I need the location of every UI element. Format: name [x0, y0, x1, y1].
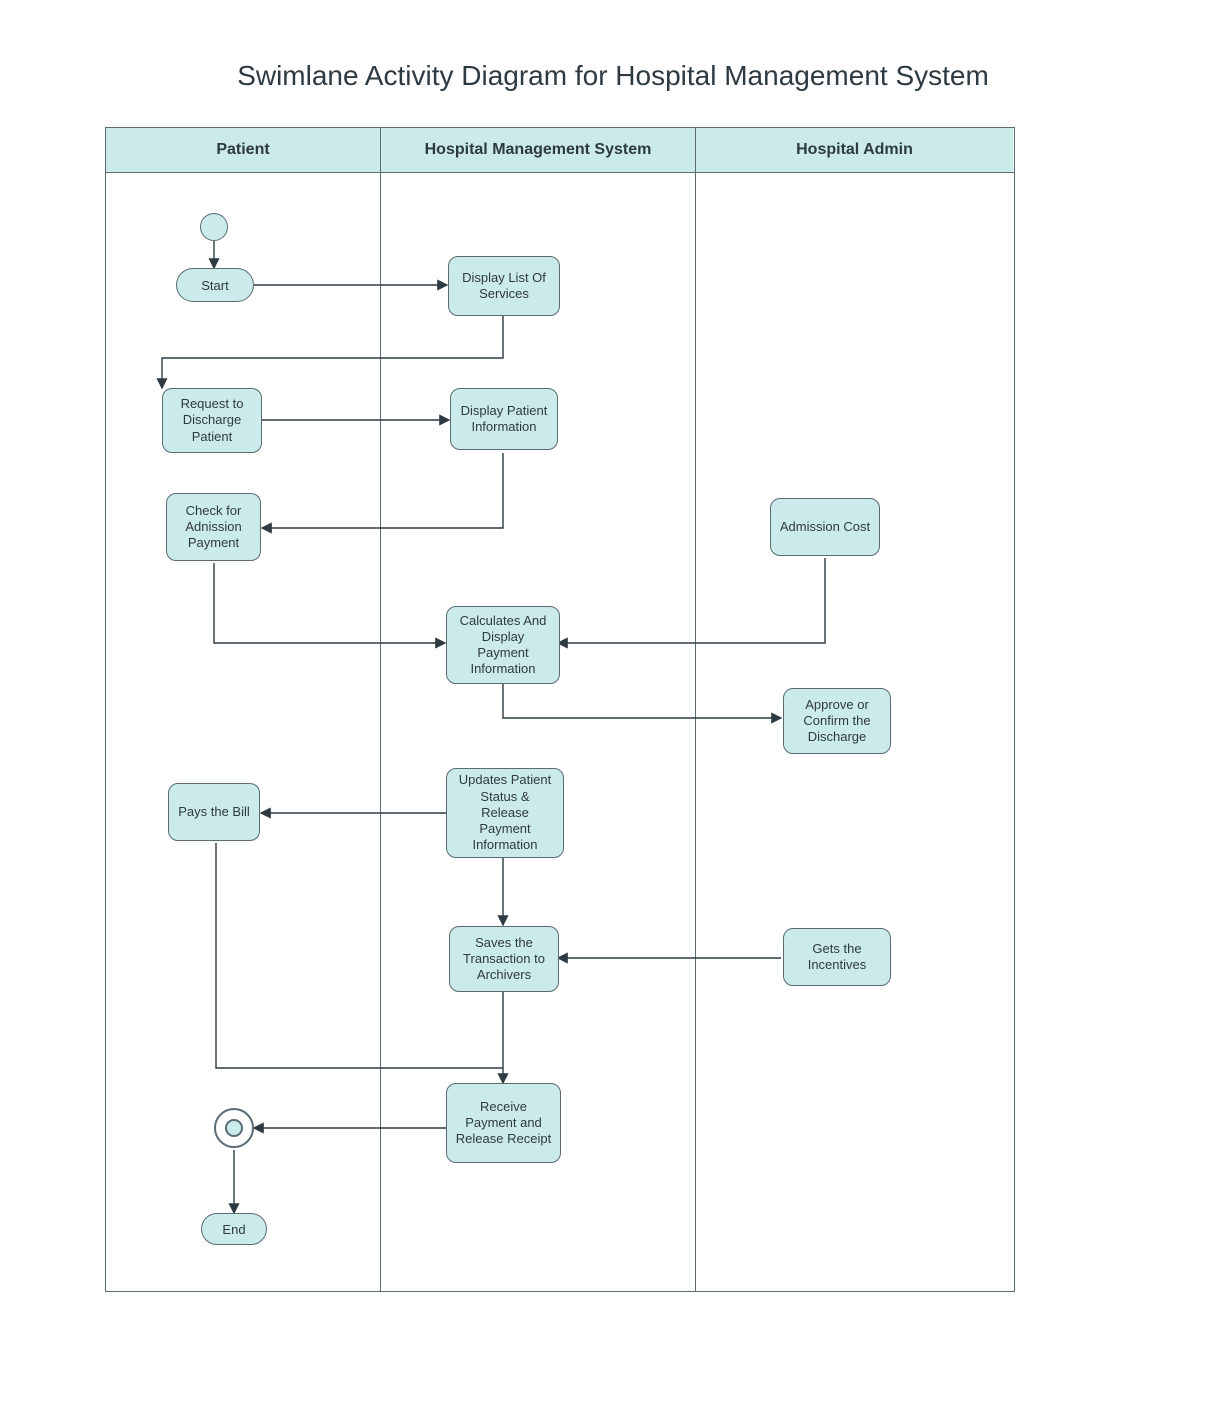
- request-discharge-node: Request to Discharge Patient: [162, 388, 262, 453]
- saves-transaction-label: Saves the Transaction to Archivers: [458, 935, 550, 984]
- gets-incentives-node: Gets the Incentives: [783, 928, 891, 986]
- calculates-display-label: Calculates And Display Payment Informati…: [455, 613, 551, 678]
- saves-transaction-node: Saves the Transaction to Archivers: [449, 926, 559, 992]
- start-node: Start: [176, 268, 254, 302]
- end-label: End: [222, 1222, 245, 1237]
- display-services-node: Display List Of Services: [448, 256, 560, 316]
- check-admission-label: Check for Adnission Payment: [175, 503, 252, 552]
- final-node-icon: [214, 1108, 254, 1148]
- lane-headers: Patient Hospital Management System Hospi…: [106, 128, 1014, 173]
- updates-status-label: Updates Patient Status & Release Payment…: [455, 772, 555, 853]
- admission-cost-label: Admission Cost: [780, 519, 870, 535]
- approve-discharge-label: Approve or Confirm the Discharge: [792, 697, 882, 746]
- diagram-title: Swimlane Activity Diagram for Hospital M…: [0, 60, 1226, 92]
- pays-bill-label: Pays the Bill: [178, 804, 250, 820]
- display-services-label: Display List Of Services: [457, 270, 551, 303]
- check-admission-node: Check for Adnission Payment: [166, 493, 261, 561]
- receive-payment-node: Receive Payment and Release Receipt: [446, 1083, 561, 1163]
- updates-status-node: Updates Patient Status & Release Payment…: [446, 768, 564, 858]
- swimlane-frame: Patient Hospital Management System Hospi…: [105, 127, 1015, 1292]
- initial-node-icon: [200, 213, 228, 241]
- lane-header-hms: Hospital Management System: [381, 128, 696, 172]
- approve-discharge-node: Approve or Confirm the Discharge: [783, 688, 891, 754]
- lane-header-admin: Hospital Admin: [696, 128, 1013, 172]
- pays-bill-node: Pays the Bill: [168, 783, 260, 841]
- receive-payment-label: Receive Payment and Release Receipt: [455, 1099, 552, 1148]
- display-patient-info-node: Display Patient Information: [450, 388, 558, 450]
- lane-header-patient: Patient: [106, 128, 381, 172]
- calculates-display-node: Calculates And Display Payment Informati…: [446, 606, 560, 684]
- request-discharge-label: Request to Discharge Patient: [171, 396, 253, 445]
- admission-cost-node: Admission Cost: [770, 498, 880, 556]
- gets-incentives-label: Gets the Incentives: [792, 941, 882, 974]
- end-node: End: [201, 1213, 267, 1245]
- display-patient-info-label: Display Patient Information: [459, 403, 549, 436]
- start-label: Start: [201, 278, 228, 293]
